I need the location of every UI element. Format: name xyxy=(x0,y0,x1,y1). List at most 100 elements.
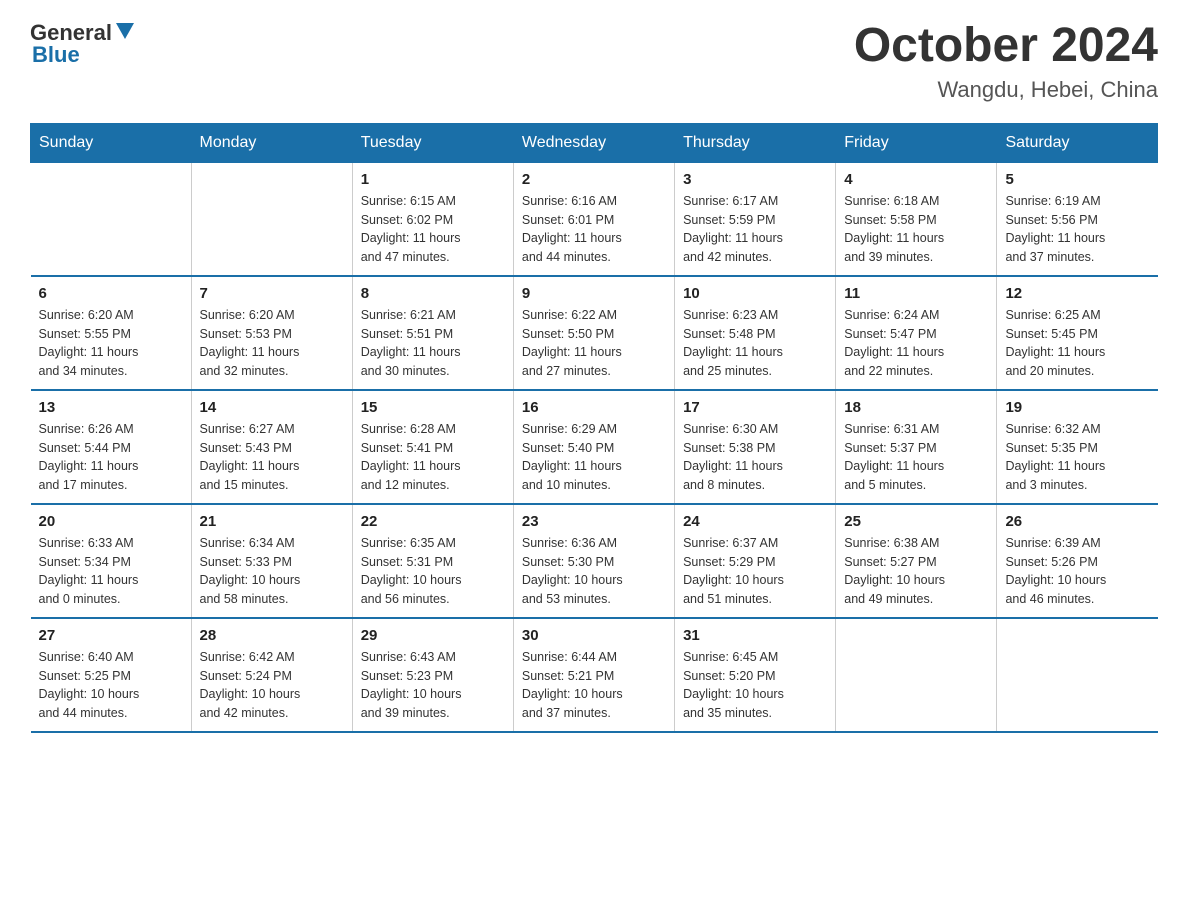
day-info: Sunrise: 6:39 AM Sunset: 5:26 PM Dayligh… xyxy=(1005,534,1149,609)
header-sunday: Sunday xyxy=(31,123,192,162)
day-number: 5 xyxy=(1005,171,1149,188)
day-info: Sunrise: 6:17 AM Sunset: 5:59 PM Dayligh… xyxy=(683,192,827,267)
day-number: 22 xyxy=(361,513,505,530)
day-info: Sunrise: 6:27 AM Sunset: 5:43 PM Dayligh… xyxy=(200,420,344,495)
day-number: 2 xyxy=(522,171,666,188)
calendar-cell: 1 Sunrise: 6:15 AM Sunset: 6:02 PM Daylig… xyxy=(352,162,513,276)
calendar-cell: 26 Sunrise: 6:39 AM Sunset: 5:26 PM Dayli… xyxy=(997,504,1158,618)
day-number: 17 xyxy=(683,399,827,416)
calendar-cell xyxy=(31,162,192,276)
day-info: Sunrise: 6:15 AM Sunset: 6:02 PM Dayligh… xyxy=(361,192,505,267)
day-number: 12 xyxy=(1005,285,1149,302)
day-number: 10 xyxy=(683,285,827,302)
day-number: 28 xyxy=(200,627,344,644)
day-info: Sunrise: 6:32 AM Sunset: 5:35 PM Dayligh… xyxy=(1005,420,1149,495)
calendar-cell: 3 Sunrise: 6:17 AM Sunset: 5:59 PM Daylig… xyxy=(675,162,836,276)
day-number: 11 xyxy=(844,285,988,302)
logo: General Blue xyxy=(30,20,134,68)
day-info: Sunrise: 6:25 AM Sunset: 5:45 PM Dayligh… xyxy=(1005,306,1149,381)
title-section: October 2024 Wangdu, Hebei, China xyxy=(854,20,1158,103)
month-title: October 2024 xyxy=(854,20,1158,73)
calendar-cell: 21 Sunrise: 6:34 AM Sunset: 5:33 PM Dayli… xyxy=(191,504,352,618)
day-number: 24 xyxy=(683,513,827,530)
calendar-cell: 27 Sunrise: 6:40 AM Sunset: 5:25 PM Dayli… xyxy=(31,618,192,732)
header-tuesday: Tuesday xyxy=(352,123,513,162)
day-info: Sunrise: 6:36 AM Sunset: 5:30 PM Dayligh… xyxy=(522,534,666,609)
day-info: Sunrise: 6:34 AM Sunset: 5:33 PM Dayligh… xyxy=(200,534,344,609)
day-number: 1 xyxy=(361,171,505,188)
day-info: Sunrise: 6:44 AM Sunset: 5:21 PM Dayligh… xyxy=(522,648,666,723)
day-info: Sunrise: 6:31 AM Sunset: 5:37 PM Dayligh… xyxy=(844,420,988,495)
day-number: 20 xyxy=(39,513,183,530)
day-info: Sunrise: 6:20 AM Sunset: 5:53 PM Dayligh… xyxy=(200,306,344,381)
day-number: 19 xyxy=(1005,399,1149,416)
day-number: 18 xyxy=(844,399,988,416)
day-number: 15 xyxy=(361,399,505,416)
calendar-cell: 24 Sunrise: 6:37 AM Sunset: 5:29 PM Dayli… xyxy=(675,504,836,618)
calendar-week-row: 6 Sunrise: 6:20 AM Sunset: 5:55 PM Daylig… xyxy=(31,276,1158,390)
calendar-cell: 15 Sunrise: 6:28 AM Sunset: 5:41 PM Dayli… xyxy=(352,390,513,504)
day-info: Sunrise: 6:22 AM Sunset: 5:50 PM Dayligh… xyxy=(522,306,666,381)
header-wednesday: Wednesday xyxy=(513,123,674,162)
header-friday: Friday xyxy=(836,123,997,162)
day-info: Sunrise: 6:38 AM Sunset: 5:27 PM Dayligh… xyxy=(844,534,988,609)
calendar-cell: 29Sunrise: 6:43 AM Sunset: 5:23 PM Dayli… xyxy=(352,618,513,732)
calendar-cell: 6 Sunrise: 6:20 AM Sunset: 5:55 PM Daylig… xyxy=(31,276,192,390)
day-number: 31 xyxy=(683,627,827,644)
day-number: 4 xyxy=(844,171,988,188)
calendar-cell: 23 Sunrise: 6:36 AM Sunset: 5:30 PM Dayli… xyxy=(513,504,674,618)
calendar-cell: 9 Sunrise: 6:22 AM Sunset: 5:50 PM Daylig… xyxy=(513,276,674,390)
calendar-cell xyxy=(836,618,997,732)
header-monday: Monday xyxy=(191,123,352,162)
calendar-cell: 14 Sunrise: 6:27 AM Sunset: 5:43 PM Dayli… xyxy=(191,390,352,504)
day-info: Sunrise: 6:28 AM Sunset: 5:41 PM Dayligh… xyxy=(361,420,505,495)
logo-triangle-icon xyxy=(116,23,134,44)
calendar-week-row: 1 Sunrise: 6:15 AM Sunset: 6:02 PM Daylig… xyxy=(31,162,1158,276)
calendar-cell: 4 Sunrise: 6:18 AM Sunset: 5:58 PM Daylig… xyxy=(836,162,997,276)
day-number: 3 xyxy=(683,171,827,188)
day-info: Sunrise: 6:40 AM Sunset: 5:25 PM Dayligh… xyxy=(39,648,183,723)
day-info: Sunrise: 6:42 AM Sunset: 5:24 PM Dayligh… xyxy=(200,648,344,723)
header-thursday: Thursday xyxy=(675,123,836,162)
calendar-cell: 16Sunrise: 6:29 AM Sunset: 5:40 PM Dayli… xyxy=(513,390,674,504)
day-info: Sunrise: 6:45 AM Sunset: 5:20 PM Dayligh… xyxy=(683,648,827,723)
day-info: Sunrise: 6:16 AM Sunset: 6:01 PM Dayligh… xyxy=(522,192,666,267)
day-number: 13 xyxy=(39,399,183,416)
calendar-cell: 10 Sunrise: 6:23 AM Sunset: 5:48 PM Dayli… xyxy=(675,276,836,390)
header-saturday: Saturday xyxy=(997,123,1158,162)
day-info: Sunrise: 6:43 AM Sunset: 5:23 PM Dayligh… xyxy=(361,648,505,723)
calendar-cell: 12 Sunrise: 6:25 AM Sunset: 5:45 PM Dayli… xyxy=(997,276,1158,390)
day-number: 27 xyxy=(39,627,183,644)
calendar-table: SundayMondayTuesdayWednesdayThursdayFrid… xyxy=(30,123,1158,733)
calendar-cell: 7 Sunrise: 6:20 AM Sunset: 5:53 PM Daylig… xyxy=(191,276,352,390)
calendar-cell: 25Sunrise: 6:38 AM Sunset: 5:27 PM Dayli… xyxy=(836,504,997,618)
day-info: Sunrise: 6:20 AM Sunset: 5:55 PM Dayligh… xyxy=(39,306,183,381)
day-info: Sunrise: 6:18 AM Sunset: 5:58 PM Dayligh… xyxy=(844,192,988,267)
calendar-cell xyxy=(191,162,352,276)
day-info: Sunrise: 6:33 AM Sunset: 5:34 PM Dayligh… xyxy=(39,534,183,609)
calendar-cell: 28 Sunrise: 6:42 AM Sunset: 5:24 PM Dayli… xyxy=(191,618,352,732)
day-info: Sunrise: 6:24 AM Sunset: 5:47 PM Dayligh… xyxy=(844,306,988,381)
day-number: 30 xyxy=(522,627,666,644)
day-number: 6 xyxy=(39,285,183,302)
day-number: 7 xyxy=(200,285,344,302)
calendar-week-row: 13 Sunrise: 6:26 AM Sunset: 5:44 PM Dayli… xyxy=(31,390,1158,504)
day-number: 14 xyxy=(200,399,344,416)
day-number: 21 xyxy=(200,513,344,530)
calendar-cell: 22 Sunrise: 6:35 AM Sunset: 5:31 PM Dayli… xyxy=(352,504,513,618)
day-info: Sunrise: 6:37 AM Sunset: 5:29 PM Dayligh… xyxy=(683,534,827,609)
day-number: 9 xyxy=(522,285,666,302)
day-info: Sunrise: 6:21 AM Sunset: 5:51 PM Dayligh… xyxy=(361,306,505,381)
day-info: Sunrise: 6:19 AM Sunset: 5:56 PM Dayligh… xyxy=(1005,192,1149,267)
calendar-week-row: 27 Sunrise: 6:40 AM Sunset: 5:25 PM Dayli… xyxy=(31,618,1158,732)
day-number: 23 xyxy=(522,513,666,530)
logo-blue-text: Blue xyxy=(32,42,80,68)
day-info: Sunrise: 6:35 AM Sunset: 5:31 PM Dayligh… xyxy=(361,534,505,609)
day-number: 8 xyxy=(361,285,505,302)
day-info: Sunrise: 6:23 AM Sunset: 5:48 PM Dayligh… xyxy=(683,306,827,381)
calendar-cell: 31 Sunrise: 6:45 AM Sunset: 5:20 PM Dayli… xyxy=(675,618,836,732)
day-number: 26 xyxy=(1005,513,1149,530)
calendar-cell xyxy=(997,618,1158,732)
day-info: Sunrise: 6:26 AM Sunset: 5:44 PM Dayligh… xyxy=(39,420,183,495)
day-info: Sunrise: 6:30 AM Sunset: 5:38 PM Dayligh… xyxy=(683,420,827,495)
